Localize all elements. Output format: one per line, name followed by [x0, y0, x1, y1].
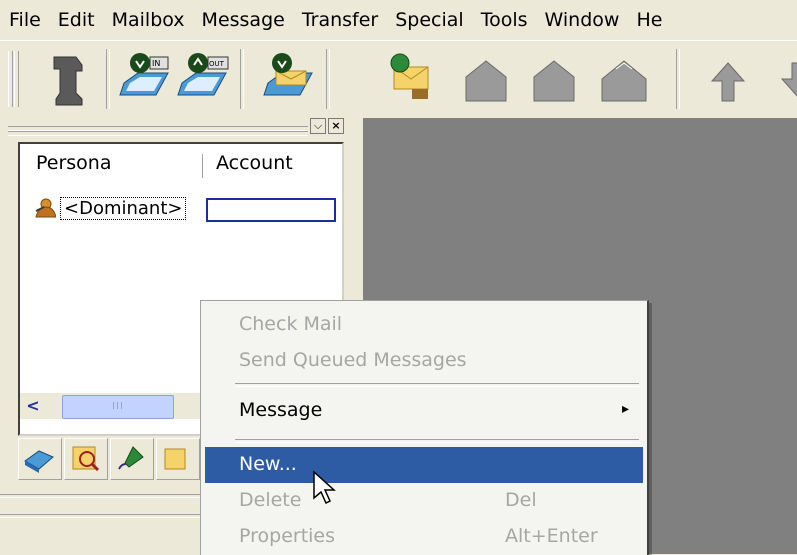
new-persona-icon[interactable]: [18, 438, 62, 480]
menu-item-shortcut: Alt+Enter: [505, 525, 598, 547]
menu-item-send-queued[interactable]: Send Queued Messages: [205, 343, 643, 379]
house-icon[interactable]: [458, 49, 514, 109]
toolbar-separator: [240, 49, 244, 109]
menu-transfer[interactable]: Transfer: [293, 0, 386, 40]
menu-special[interactable]: Special: [386, 0, 471, 40]
persona-name[interactable]: <Dominant>: [60, 196, 187, 220]
column-header-account[interactable]: Account: [216, 152, 293, 174]
tower-icon[interactable]: [40, 49, 96, 109]
pane-close-button[interactable]: ×: [328, 118, 344, 134]
menu-message[interactable]: Message: [193, 0, 293, 40]
menu-item-check-mail[interactable]: Check Mail: [205, 307, 643, 343]
mouse-cursor-icon: [313, 470, 336, 505]
menu-item-label: Send Queued Messages: [239, 349, 467, 371]
pane-dropdown-button[interactable]: ⌵: [310, 118, 326, 134]
toolbar-grip[interactable]: [8, 51, 13, 107]
context-menu: Check Mail Send Queued Messages Message …: [200, 300, 649, 555]
menu-file[interactable]: File: [0, 0, 49, 40]
down-arrow-icon[interactable]: [770, 49, 797, 109]
menu-item-label: Delete: [239, 489, 302, 511]
menu-item-label: Properties: [239, 525, 336, 547]
column-header-persona[interactable]: Persona: [36, 152, 112, 174]
check-mail-icon[interactable]: [384, 49, 440, 109]
house-icon[interactable]: [596, 49, 652, 109]
menu-item-properties[interactable]: Properties Alt+Enter: [205, 519, 643, 555]
menu-item-shortcut: Del: [505, 489, 537, 511]
menu-item-label: Check Mail: [239, 313, 343, 335]
scroll-thumb[interactable]: III: [62, 395, 174, 419]
up-arrow-icon[interactable]: [700, 49, 756, 109]
menu-separator: [235, 439, 639, 443]
toolbar-separator: [106, 49, 110, 109]
menu-item-message[interactable]: Message ▸: [205, 393, 643, 429]
pane-toolbar: [18, 438, 202, 482]
menu-window[interactable]: Window: [536, 0, 628, 40]
list-header: Persona Account: [20, 144, 342, 184]
svg-text:OUT: OUT: [209, 60, 225, 68]
menu-help[interactable]: He: [627, 0, 670, 40]
edit-persona-icon[interactable]: [64, 438, 108, 480]
persona-icon: [35, 198, 56, 218]
toolbar: IN OUT: [0, 40, 797, 119]
menu-item-label: Message: [239, 399, 323, 421]
menu-tools[interactable]: Tools: [472, 0, 536, 40]
svg-text:IN: IN: [152, 59, 160, 68]
account-edit-field[interactable]: [206, 198, 336, 222]
scroll-left-arrow-icon[interactable]: <: [20, 393, 46, 419]
persona-properties-icon[interactable]: [156, 438, 200, 480]
column-divider[interactable]: [202, 154, 203, 178]
submenu-arrow-icon: ▸: [621, 401, 629, 417]
menu-edit[interactable]: Edit: [49, 0, 103, 40]
house-icon[interactable]: [526, 49, 582, 109]
toolbar-separator: [676, 49, 680, 109]
menu-mailbox[interactable]: Mailbox: [103, 0, 193, 40]
outbox-icon[interactable]: OUT: [176, 49, 232, 109]
toolbar-separator: [326, 49, 330, 109]
menu-item-new[interactable]: New...: [205, 447, 643, 483]
mail-tray-icon[interactable]: [262, 49, 318, 109]
toolbar-grip[interactable]: [14, 51, 19, 107]
menu-item-label: New...: [239, 453, 297, 475]
menu-bar: File Edit Mailbox Message Transfer Speci…: [0, 0, 797, 40]
sign-persona-icon[interactable]: [110, 438, 154, 480]
menu-item-delete[interactable]: Delete Del: [205, 483, 643, 519]
inbox-icon[interactable]: IN: [118, 49, 174, 109]
pane-grip[interactable]: [8, 131, 308, 136]
menu-separator: [235, 383, 639, 387]
list-item[interactable]: <Dominant>: [34, 196, 187, 220]
